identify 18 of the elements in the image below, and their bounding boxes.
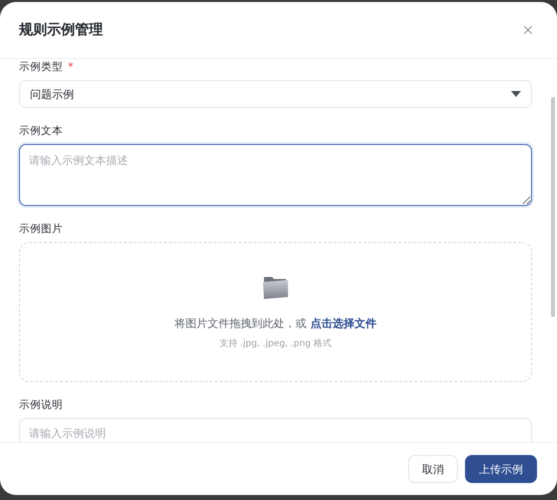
- dialog-title: 规则示例管理: [19, 21, 103, 39]
- input-field[interactable]: 请输入示例说明: [19, 418, 532, 442]
- upload-button[interactable]: 上传示例: [465, 455, 537, 483]
- caret-icon: [511, 91, 521, 97]
- required-mark: *: [68, 61, 74, 74]
- format-hint: 支持 .jpg, .jpeg, .png 格式: [219, 338, 332, 350]
- upload-dropzone[interactable]: 将图片文件拖拽到此处，或 点击选择文件 支持 .jpg, .jpeg, .png 格式: [19, 242, 532, 382]
- type-select[interactable]: 问题示例: [19, 80, 532, 108]
- choose-file-link[interactable]: 点击选择文件: [310, 317, 376, 330]
- field-label: 示例说明: [19, 399, 63, 412]
- folder-icon: [262, 274, 290, 300]
- close-icon: [521, 23, 535, 37]
- cancel-button[interactable]: 取消: [408, 455, 458, 483]
- field-label: 示例类型: [19, 61, 63, 74]
- field-label: 示例文本: [19, 125, 63, 138]
- text-area[interactable]: 请输入示例文本描述: [19, 144, 532, 206]
- field-label: 示例图片: [19, 223, 63, 236]
- upload-prompt: 将图片文件拖拽到此处，或 点击选择文件: [174, 316, 376, 331]
